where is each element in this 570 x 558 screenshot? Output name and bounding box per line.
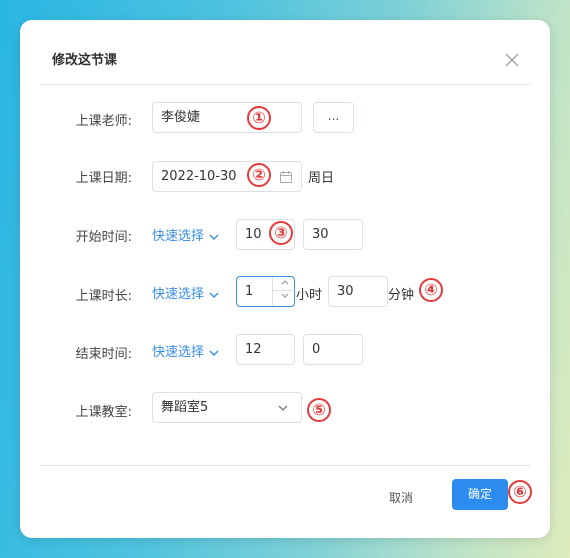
teacher-input[interactable]: 李俊婕 [152, 102, 302, 133]
date-picker-input[interactable]: 2022-10-30 [152, 161, 302, 192]
calendar-icon [279, 162, 293, 191]
annotation-marker-1: ① [247, 106, 271, 130]
close-icon[interactable] [504, 52, 520, 68]
start-time-quick-select[interactable]: 快速选择 [152, 225, 220, 244]
date-value: 2022-10-30 [161, 169, 237, 184]
annotation-marker-6: ⑥ [508, 480, 532, 504]
stepper-up-icon[interactable] [273, 277, 296, 291]
chevron-down-icon [209, 292, 219, 298]
duration-quick-select[interactable]: 快速选择 [152, 283, 220, 302]
annotation-marker-4: ④ [419, 278, 443, 302]
weekday-text: 周日 [308, 171, 335, 186]
end-hour-input[interactable]: 12 [236, 334, 295, 365]
quick-select-label: 快速选择 [152, 229, 205, 244]
classroom-select[interactable]: 舞蹈室5 [152, 392, 302, 423]
footer-divider [40, 465, 530, 466]
dialog-title: 修改这节课 [52, 53, 118, 68]
edit-lesson-dialog: 修改这节课 上课老师: 李俊婕 ... ① 上课日期: 2022-10-30 ②… [20, 20, 550, 538]
chevron-down-icon [277, 393, 289, 422]
quick-select-label: 快速选择 [152, 345, 205, 360]
start-minute-input[interactable]: 30 [303, 219, 363, 250]
stepper-controls [272, 277, 296, 306]
minutes-unit-label: 分钟 [388, 288, 415, 303]
classroom-value: 舞蹈室5 [161, 400, 209, 415]
annotation-marker-2: ② [247, 163, 271, 187]
end-time-label: 结束时间: [75, 347, 132, 362]
teacher-label: 上课老师: [75, 114, 132, 129]
quick-select-label: 快速选择 [152, 287, 205, 302]
chevron-down-icon [209, 350, 219, 356]
end-minute-input[interactable]: 0 [303, 334, 363, 365]
duration-minutes-input[interactable]: 30 [328, 276, 388, 307]
end-time-quick-select[interactable]: 快速选择 [152, 341, 220, 360]
date-label: 上课日期: [75, 171, 132, 186]
duration-label: 上课时长: [75, 289, 132, 304]
chevron-down-icon [209, 234, 219, 240]
annotation-marker-5: ⑤ [307, 398, 331, 422]
hours-unit-label: 小时 [296, 288, 323, 303]
duration-hours-value: 1 [245, 284, 254, 299]
header-divider [40, 84, 530, 85]
duration-hours-stepper[interactable]: 1 [236, 276, 296, 307]
confirm-button[interactable]: 确定 [452, 479, 508, 510]
start-time-label: 开始时间: [75, 230, 132, 245]
stepper-down-icon[interactable] [273, 291, 296, 305]
classroom-label: 上课教室: [75, 405, 132, 420]
annotation-marker-3: ③ [269, 221, 293, 245]
teacher-select-button[interactable]: ... [313, 102, 354, 133]
cancel-button[interactable]: 取消 [375, 483, 427, 513]
